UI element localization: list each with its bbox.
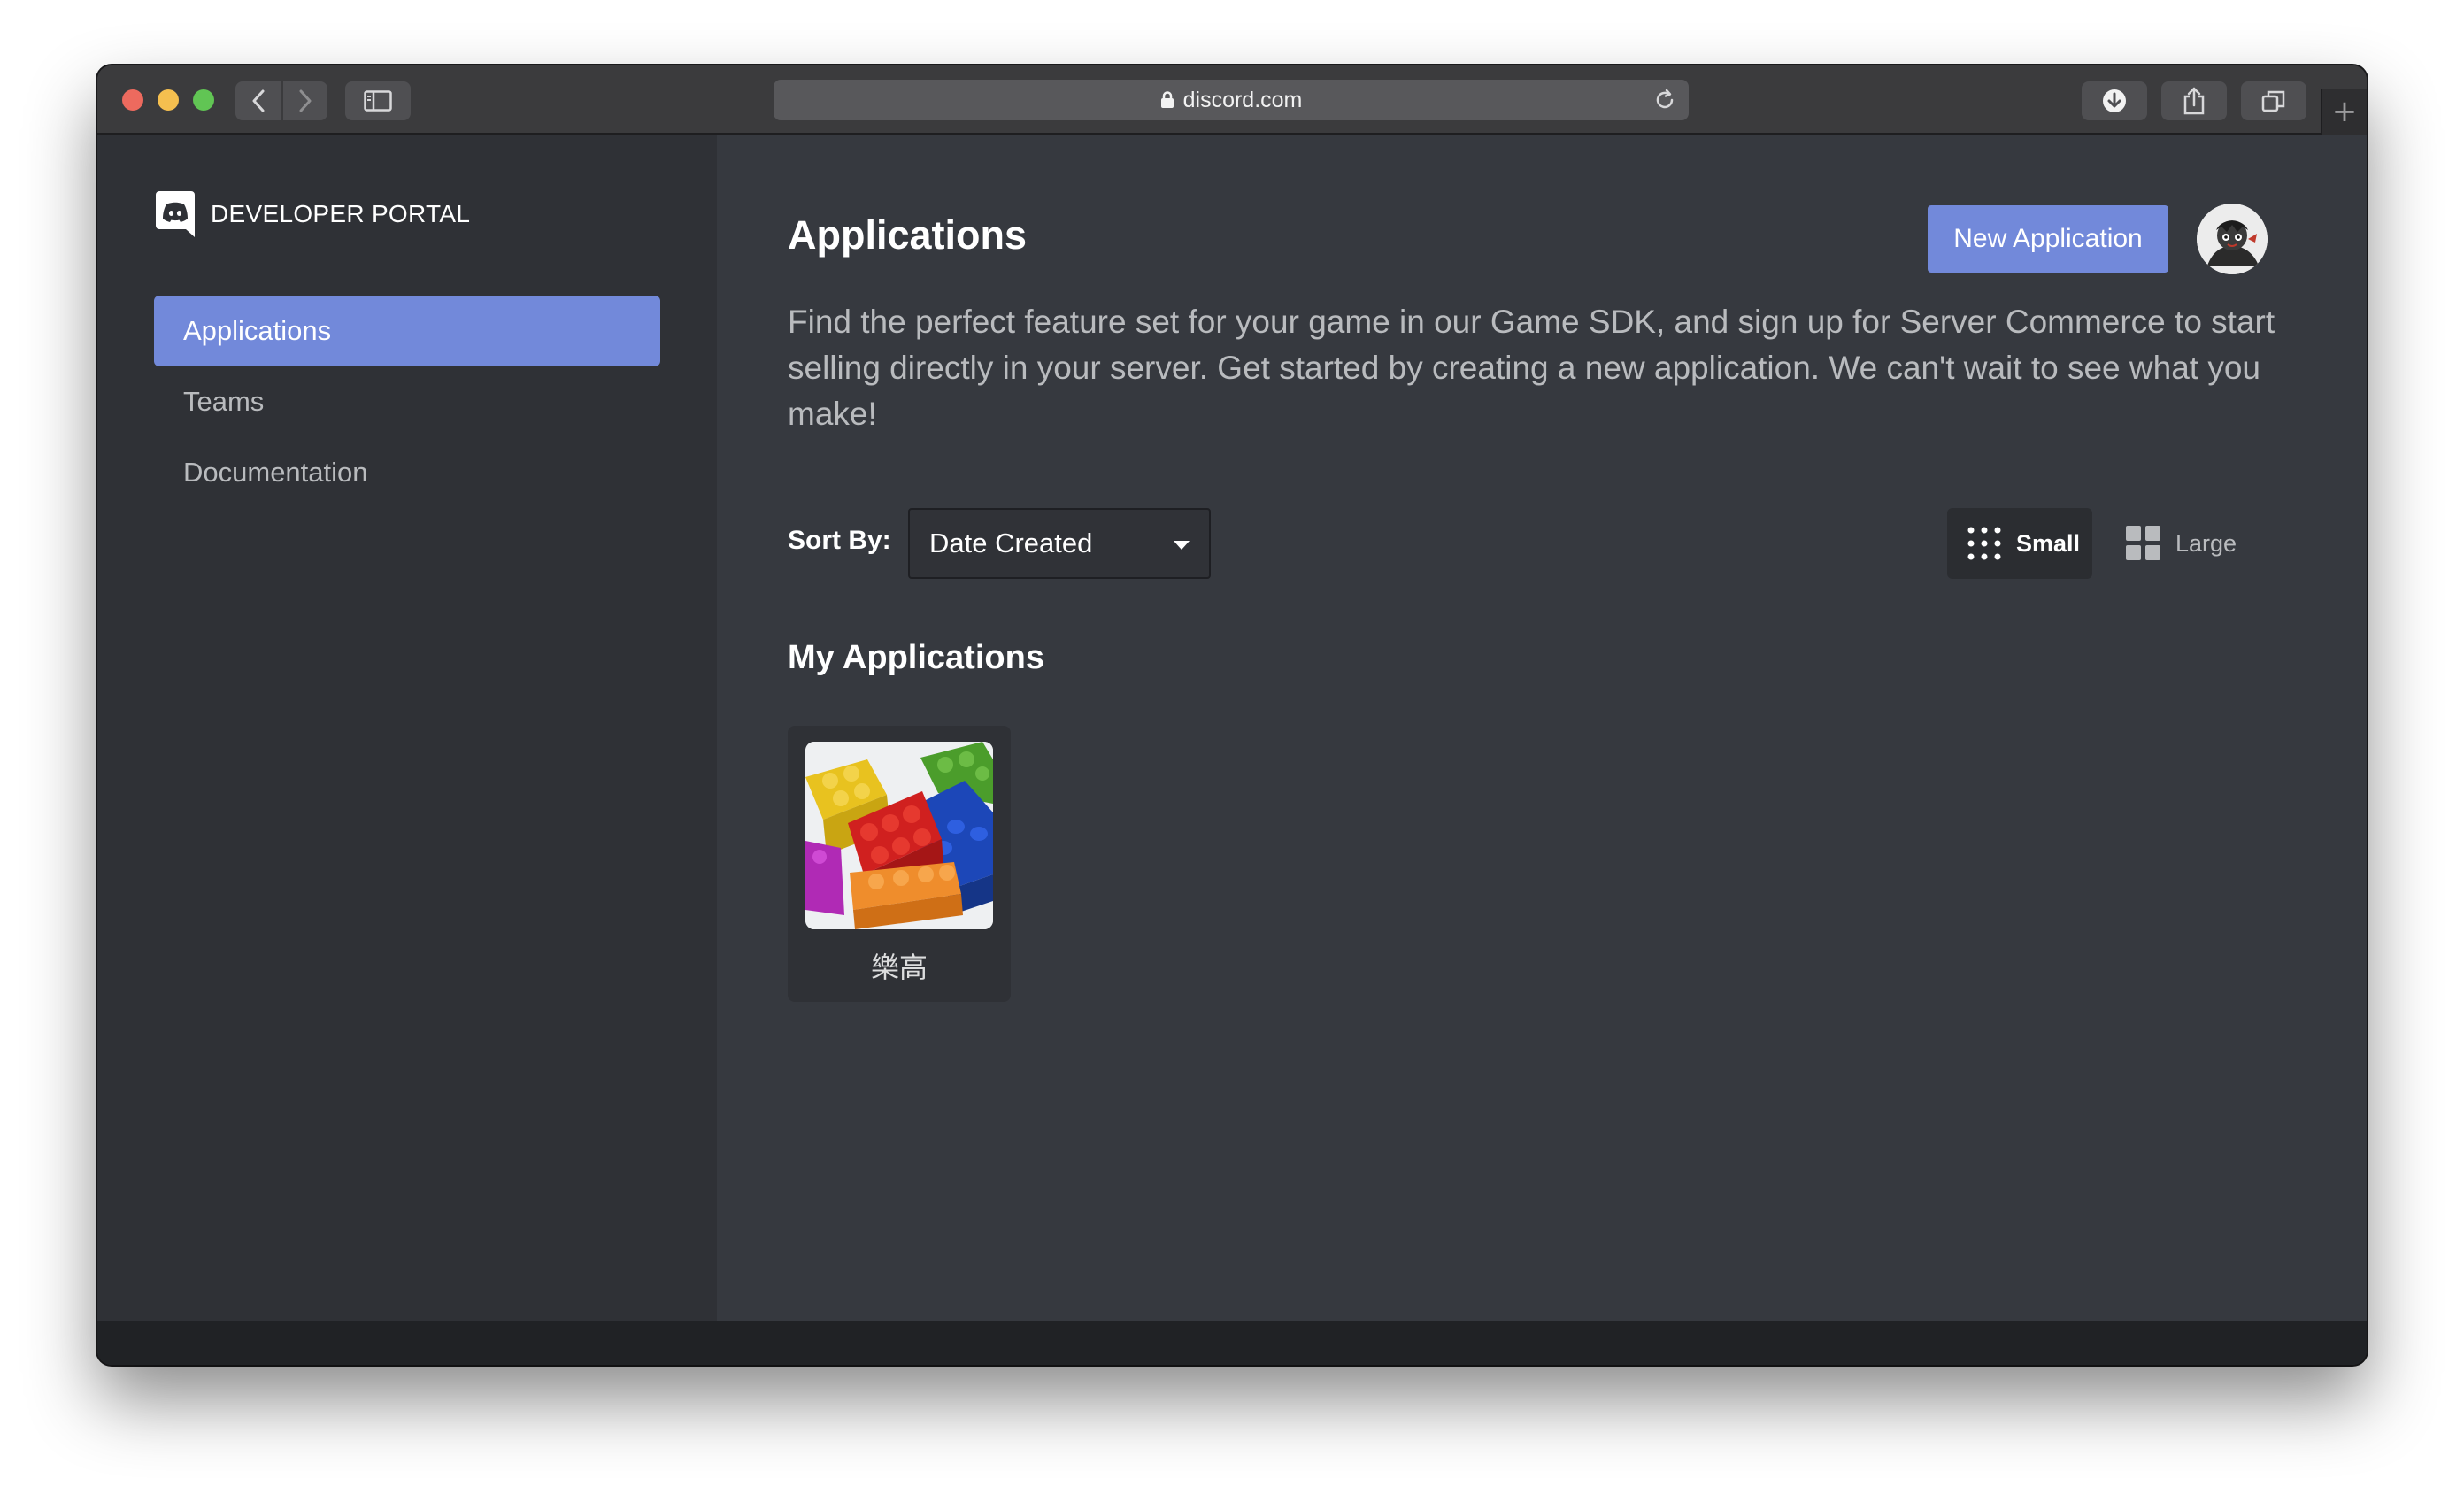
- sidebar-nav: Applications Teams Documentation: [154, 296, 660, 508]
- sidebar-item-teams[interactable]: Teams: [154, 366, 660, 437]
- small-view-button[interactable]: Small: [1947, 508, 2092, 579]
- maximize-window-button[interactable]: [193, 89, 214, 111]
- chevron-right-icon: [299, 89, 312, 112]
- lock-icon: [1160, 91, 1174, 109]
- page-description: Find the perfect feature set for your ga…: [788, 304, 2275, 432]
- sidebar-item-applications[interactable]: Applications: [154, 296, 660, 366]
- small-view-label: Small: [2016, 529, 2081, 557]
- history-nav: [235, 81, 327, 120]
- sidebar: DEVELOPER PORTAL Applications Teams Docu…: [97, 135, 717, 1321]
- discord-logo-icon: [154, 189, 196, 239]
- plus-icon: +: [2331, 94, 2358, 129]
- tab-overview-button[interactable]: [2241, 81, 2306, 120]
- new-application-button[interactable]: New Application: [1928, 205, 2168, 273]
- back-button[interactable]: [235, 81, 281, 120]
- tabs-icon: [2261, 90, 2285, 112]
- forward-button[interactable]: [281, 81, 327, 120]
- new-tab-button[interactable]: +: [2321, 89, 2367, 135]
- reload-icon[interactable]: [1653, 88, 1676, 119]
- sidebar-icon: [364, 90, 392, 112]
- address-bar[interactable]: discord.com: [774, 80, 1689, 120]
- browser-window: discord.com + DEVELOPER PORTAL Applicati…: [97, 65, 2367, 1365]
- dot-grid-icon: [1967, 526, 2002, 561]
- sidebar-item-documentation[interactable]: Documentation: [154, 437, 660, 508]
- sort-label: Sort By:: [788, 526, 891, 555]
- share-icon: [2183, 87, 2205, 115]
- application-name: 樂高: [870, 951, 928, 984]
- downloads-button[interactable]: [2082, 81, 2147, 120]
- close-window-button[interactable]: [122, 89, 143, 111]
- browser-toolbar: discord.com +: [97, 65, 2367, 135]
- app-body: DEVELOPER PORTAL Applications Teams Docu…: [97, 135, 2367, 1321]
- sidebar-toggle-button[interactable]: [345, 81, 411, 120]
- large-view-button[interactable]: Large: [2106, 508, 2252, 579]
- brand[interactable]: DEVELOPER PORTAL: [154, 189, 470, 239]
- avatar[interactable]: [2197, 204, 2268, 274]
- caret-down-icon: [1174, 541, 1190, 550]
- brand-title: DEVELOPER PORTAL: [211, 200, 471, 227]
- url-text: discord.com: [1182, 87, 1303, 112]
- application-card[interactable]: 樂高: [788, 726, 1011, 1002]
- page-title: Applications: [788, 212, 1028, 258]
- application-icon: [805, 742, 993, 929]
- my-applications-title: My Applications: [788, 639, 1044, 676]
- sort-select[interactable]: Date Created: [908, 508, 1211, 579]
- square-grid-icon: [2126, 526, 2161, 561]
- window-footer: [97, 1321, 2367, 1365]
- minimize-window-button[interactable]: [158, 89, 179, 111]
- main-content: Applications New Application Find the pe…: [717, 135, 2367, 1321]
- share-button[interactable]: [2161, 81, 2227, 120]
- download-icon: [2103, 89, 2126, 112]
- large-view-label: Large: [2175, 529, 2237, 557]
- chevron-left-icon: [252, 89, 265, 112]
- sort-selected-value: Date Created: [929, 528, 1093, 558]
